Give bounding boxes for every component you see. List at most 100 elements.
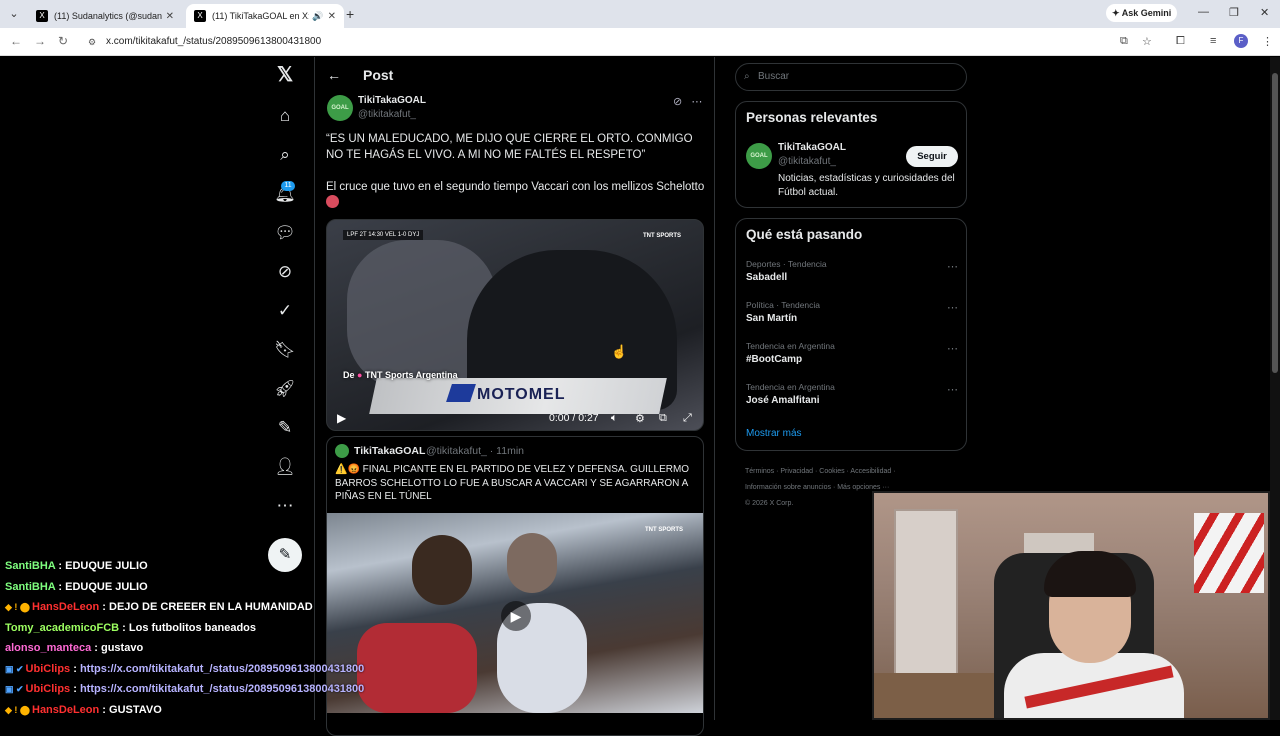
quoted-author-name: TikiTakaGOAL bbox=[354, 445, 426, 457]
chat-message: ◆ ! ⬤ HansDeLeon : GUSTAVO bbox=[5, 703, 162, 716]
url-text: x.com/tikitakafut_/status/20895096138004… bbox=[106, 36, 322, 47]
profile-avatar[interactable]: F bbox=[1234, 34, 1248, 48]
trend-item[interactable]: Política · Tendencia San Martín ⋯ bbox=[746, 300, 958, 324]
chrome-menu-icon[interactable]: ⋮ bbox=[1262, 35, 1273, 48]
forward-icon[interactable]: → bbox=[34, 34, 46, 48]
quoted-post[interactable]: TikiTakaGOAL @tikitakafut_ · 11min ⚠️😡 F… bbox=[326, 436, 704, 736]
tab-close-icon[interactable]: ✕ bbox=[328, 11, 336, 22]
scorebug: LPF 2T 14:30 VEL 1-0 DYJ bbox=[343, 230, 424, 240]
ask-gemini-label: Ask Gemini bbox=[1121, 8, 1172, 18]
notifications-badge: 11 bbox=[281, 181, 295, 191]
show-more-link[interactable]: Mostrar más bbox=[746, 428, 802, 439]
trend-more-icon[interactable]: ⋯ bbox=[947, 342, 958, 355]
chat-badges-icon: ◆ ! ⬤ bbox=[5, 704, 30, 715]
video-frame-person bbox=[507, 533, 557, 593]
speaker-icon[interactable]: 🔊 bbox=[312, 11, 323, 22]
tab-sudanalytics[interactable]: X (11) Sudanalytics (@sudanalytics ✕ bbox=[28, 4, 182, 28]
trend-more-icon[interactable]: ⋯ bbox=[947, 301, 958, 314]
page-scrollbar[interactable] bbox=[1270, 57, 1280, 720]
bookmark-star-icon[interactable]: ☆ bbox=[1142, 35, 1152, 48]
quoted-author-avatar bbox=[335, 444, 349, 458]
relevant-name[interactable]: TikiTakaGOAL bbox=[778, 142, 846, 153]
back-arrow-icon[interactable]: ← bbox=[327, 67, 341, 83]
picture-in-picture-icon[interactable]: ⧉ bbox=[659, 412, 667, 425]
post-body-line: El cruce que tuvo en el segundo tiempo V… bbox=[326, 181, 705, 193]
relevant-avatar[interactable]: GOAL bbox=[746, 143, 772, 169]
bookmarks-icon[interactable]: 🔖︎ bbox=[272, 337, 298, 363]
card-title: Personas relevantes bbox=[746, 110, 878, 125]
quoted-author-handle: @tikitakafut_ · 11min bbox=[426, 445, 525, 457]
relevant-handle[interactable]: @tikitakafut_ bbox=[778, 156, 836, 167]
chat-badges-icon: ◆ ! ⬤ bbox=[5, 602, 30, 612]
play-icon[interactable]: ▶ bbox=[337, 411, 346, 425]
quoted-video[interactable]: TNT SPORTS ▶ bbox=[327, 513, 703, 713]
chat-message: SantiBHA : EDUQUE JULIO bbox=[5, 580, 148, 593]
address-bar[interactable]: ⚙ x.com/tikitakafut_/status/208950961380… bbox=[82, 31, 1162, 53]
profile-icon[interactable]: 👤︎ bbox=[272, 454, 298, 480]
articles-icon[interactable]: ✎ bbox=[272, 415, 298, 441]
chat-username: UbiClips bbox=[25, 683, 71, 695]
site-info-icon[interactable]: ⚙ bbox=[88, 31, 96, 53]
more-icon[interactable]: ⋯ bbox=[691, 96, 702, 108]
play-icon[interactable]: ▶ bbox=[501, 601, 531, 631]
explore-search-icon[interactable]: ⌕ bbox=[272, 142, 298, 168]
scrollbar-thumb[interactable] bbox=[1272, 73, 1278, 373]
chat-username: alonso_manteca bbox=[5, 642, 92, 654]
tab-tikitakagoal[interactable]: X (11) TikiTakaGOAL en X: ""ES 🔊 ✕ bbox=[186, 4, 344, 28]
ask-gemini-button[interactable]: ✦ Ask Gemini bbox=[1106, 4, 1178, 22]
premium-verified-icon[interactable]: ✓ bbox=[272, 298, 298, 324]
volume-icon[interactable]: 🔈︎ bbox=[611, 412, 618, 425]
trend-name: #BootCamp bbox=[746, 354, 803, 365]
trend-item[interactable]: Tendencia en Argentina José Amalfitani ⋯ bbox=[746, 382, 958, 406]
home-icon[interactable]: ⌂ bbox=[272, 103, 298, 129]
webcam-overlay bbox=[872, 491, 1270, 720]
chat-username: HansDeLeon bbox=[32, 703, 100, 716]
minimize-icon[interactable]: — bbox=[1198, 6, 1209, 18]
tab-close-icon[interactable]: ✕ bbox=[166, 11, 174, 22]
install-app-icon[interactable]: ⧉ bbox=[1120, 35, 1128, 48]
back-icon[interactable]: ← bbox=[10, 34, 22, 48]
trend-more-icon[interactable]: ⋯ bbox=[947, 383, 958, 396]
chat-message: Tomy_academicoFCB : Los futbolitos banea… bbox=[5, 621, 257, 634]
restore-icon[interactable]: ❐ bbox=[1229, 6, 1239, 19]
trends-card: Qué está pasando Deportes · Tendencia Sa… bbox=[735, 218, 967, 451]
trend-item[interactable]: Deportes · Tendencia Sabadell ⋯ bbox=[746, 259, 958, 283]
trend-name: Sabadell bbox=[746, 272, 788, 283]
video-time: 0:00 / 0:27 bbox=[549, 412, 599, 424]
fullscreen-icon[interactable]: ⤢ bbox=[683, 412, 692, 425]
settings-gear-icon[interactable]: ⚙ bbox=[635, 412, 645, 425]
chat-message: ▣ ✔ UbiClips : https://x.com/tikitakafut_… bbox=[5, 662, 365, 675]
follow-button[interactable]: Seguir bbox=[906, 146, 958, 167]
author-name[interactable]: TikiTakaGOAL bbox=[358, 95, 426, 106]
grok-icon[interactable]: ⊘ bbox=[272, 259, 298, 285]
author-handle[interactable]: @tikitakafut_ bbox=[358, 109, 416, 120]
relevant-bio: Noticias, estadísticas y curiosidades de… bbox=[778, 173, 955, 198]
post-body-text: El cruce que tuvo en el segundo tiempo V… bbox=[326, 179, 706, 211]
extensions-icon[interactable]: ⧠ bbox=[1176, 35, 1185, 48]
author-avatar[interactable]: GOAL bbox=[327, 95, 353, 121]
chat-text: gustavo bbox=[100, 642, 144, 654]
grok-icon[interactable]: ⊘ bbox=[673, 96, 682, 108]
reload-icon[interactable]: ↻ bbox=[58, 34, 68, 48]
stream-chat-overlay: SantiBHA : EDUQUE JULIO SantiBHA : EDUQU… bbox=[0, 556, 380, 720]
trend-name: San Martín bbox=[746, 313, 798, 324]
chat-text: Los futbolitos baneados bbox=[128, 621, 257, 634]
close-window-icon[interactable]: ✕ bbox=[1260, 6, 1269, 19]
video-source-label[interactable]: De ● TNT Sports Argentina bbox=[343, 370, 458, 380]
search-input[interactable]: ⌕ Buscar bbox=[735, 63, 967, 91]
business-rocket-icon[interactable]: 🚀︎ bbox=[272, 376, 298, 402]
x-logo-icon[interactable]: 𝕏 bbox=[272, 62, 298, 88]
browser-tabstrip: ⌄ X (11) Sudanalytics (@sudanalytics ✕ X… bbox=[0, 0, 1280, 28]
trend-item[interactable]: Tendencia en Argentina #BootCamp ⋯ bbox=[746, 341, 958, 365]
video-frame-person bbox=[412, 535, 472, 605]
new-tab-button[interactable]: + bbox=[346, 6, 354, 22]
tab-search-chevron-icon[interactable]: ⌄ bbox=[4, 4, 24, 24]
video-player[interactable]: LPF 2T 14:30 VEL 1-0 DYJ TNT SPORTS MOTO… bbox=[326, 219, 704, 431]
footer-line-1[interactable]: Términos · Privacidad · Cookies · Accesi… bbox=[745, 464, 965, 480]
more-options-icon[interactable]: ⋯ bbox=[272, 493, 298, 519]
webcam-background bbox=[894, 509, 958, 679]
trend-more-icon[interactable]: ⋯ bbox=[947, 260, 958, 273]
media-controls-icon[interactable]: ≡ bbox=[1210, 35, 1216, 47]
messages-icon[interactable]: 💬︎ bbox=[272, 220, 298, 246]
post-header-actions: ⊘ ⋯ bbox=[673, 95, 702, 108]
